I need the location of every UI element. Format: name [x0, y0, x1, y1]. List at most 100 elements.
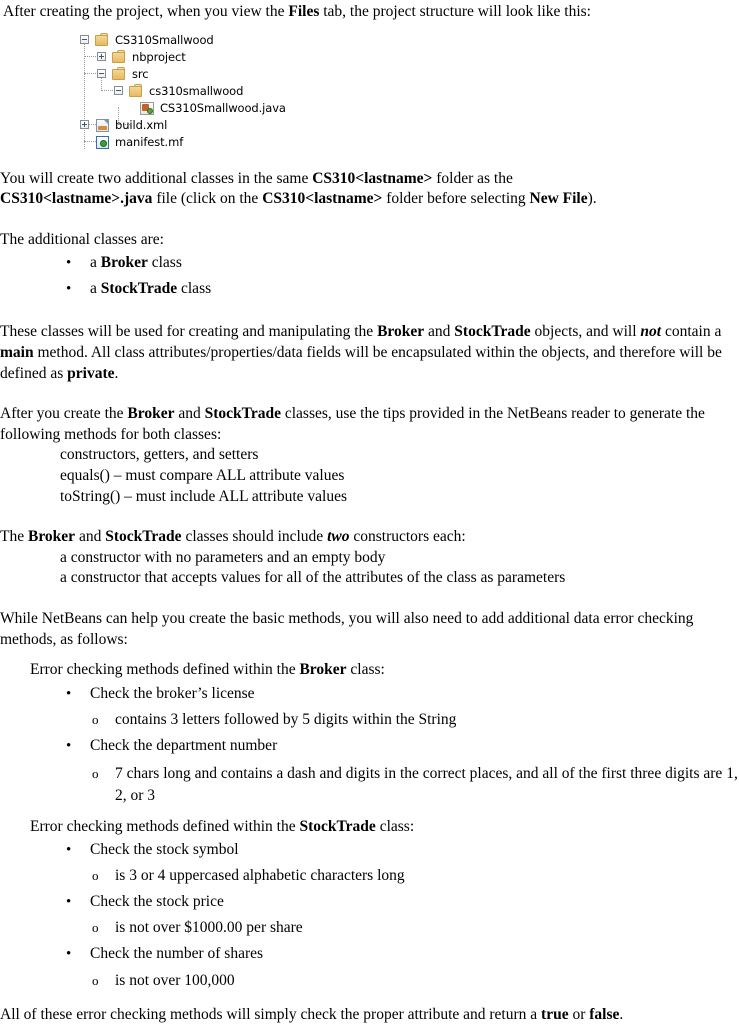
sub-list-item: o 7 chars long and contains a dash and di…	[0, 759, 739, 807]
tree-node-cs310smallwood[interactable]: CS310Smallwood	[79, 31, 214, 48]
list-item: • Check the stock symbol	[0, 837, 739, 863]
private-keyword-bold: private	[67, 364, 115, 382]
expand-toggle-icon[interactable]	[97, 51, 106, 61]
text-run: class	[177, 280, 212, 298]
text-run: folder before selecting	[382, 190, 530, 208]
tree-node-cs310smallwood-package[interactable]: cs310smallwood	[79, 82, 243, 99]
broker-check-list-2: • Check the department number	[0, 733, 739, 759]
tree-node-label: CS310Smallwood.java	[160, 100, 286, 115]
text-run: The	[0, 528, 28, 546]
check-label: Check the number of shares	[90, 945, 264, 963]
text-run: and	[75, 528, 106, 546]
method-item-constructors: constructors, getters, and setters	[60, 446, 259, 464]
constructor-item-params: a constructor that accepts values for al…	[60, 569, 566, 587]
stocktrade-check-list-1: • Check the stock price	[0, 889, 739, 915]
class-name-bold: Broker	[127, 405, 175, 423]
files-tab-label: Files	[288, 3, 320, 20]
check-detail: is 3 or 4 uppercased alphabetic characte…	[115, 867, 405, 885]
text-run: Error checking methods defined within th…	[30, 661, 300, 679]
check-label: Check the broker’s license	[90, 684, 255, 702]
folder-name-bold: CS310<lastname>	[312, 169, 433, 187]
folder-icon	[129, 83, 144, 98]
tree-node-cs310smallwood-java[interactable]: CS310Smallwood.java	[79, 99, 286, 116]
text-run: class	[147, 254, 182, 272]
tree-node-build-xml[interactable]: build.xml	[79, 116, 167, 133]
tree-node-src[interactable]: src	[79, 65, 149, 82]
list-item: • a Broker class	[0, 250, 739, 276]
text-run: objects, and will	[530, 323, 641, 341]
bullet-icon: •	[66, 255, 72, 272]
list-item: • Check the broker’s license	[0, 681, 739, 707]
bullet-icon: •	[66, 894, 72, 911]
collapse-toggle-icon[interactable]	[97, 68, 106, 78]
sub-list-item: o is not over 100,000	[0, 967, 739, 995]
class-name-bold: StockTrade	[454, 323, 531, 341]
stocktrade-check-list-2: • Check the number of shares	[0, 941, 739, 967]
text-run: Error checking methods defined within th…	[30, 817, 300, 835]
tree-node-manifest-mf[interactable]: manifest.mf	[79, 133, 183, 150]
not-emphasis: not	[640, 323, 662, 341]
circle-bullet-icon: o	[92, 973, 99, 989]
bullet-icon: •	[66, 281, 72, 298]
additional-classes-label: The additional classes are:	[0, 230, 164, 248]
collapse-toggle-icon[interactable]	[114, 85, 123, 95]
broker-check-sublist-1: o 7 chars long and contains a dash and di…	[0, 759, 739, 807]
tree-node-nbproject[interactable]: nbproject	[79, 48, 186, 65]
text-run: .	[619, 1006, 624, 1024]
stocktrade-check-sublist-1: o is not over $1000.00 per share	[0, 915, 739, 941]
intro-paragraph: After creating the project, when you vie…	[0, 0, 739, 23]
generate-methods-paragraph: After you create the Broker and StockTra…	[0, 404, 739, 445]
constructor-item-empty: a constructor with no parameters and an …	[60, 548, 386, 566]
bullet-icon: •	[66, 737, 72, 754]
folder-icon	[95, 32, 110, 47]
class-name-bold: Broker	[299, 661, 347, 679]
circle-bullet-icon: o	[92, 868, 99, 884]
class-name-bold: Broker	[27, 528, 76, 546]
class-name-bold: Broker	[100, 254, 148, 272]
false-keyword-bold: false	[589, 1006, 620, 1024]
text-run: contain a	[661, 323, 722, 341]
method-item-equals: equals() – must compare ALL attribute va…	[60, 466, 345, 484]
circle-bullet-icon: o	[92, 711, 99, 727]
folder-icon	[112, 66, 127, 81]
new-file-menu-bold: New File	[529, 190, 588, 208]
check-detail: is not over $1000.00 per share	[115, 919, 303, 937]
tree-node-label: cs310smallwood	[149, 83, 244, 98]
class-bullet-list: • a Broker class • a StockTrade class	[0, 250, 739, 302]
folder-icon	[112, 49, 127, 64]
netbeans-file-tree: CS310Smallwood nbproject src cs310smallw…	[79, 27, 739, 149]
list-item: • Check the number of shares	[0, 941, 739, 967]
tree-node-label: CS310Smallwood	[115, 32, 214, 47]
expand-toggle-icon[interactable]	[80, 119, 89, 129]
check-label: Check the stock symbol	[90, 841, 239, 859]
sub-list-item: o contains 3 letters followed by 5 digits…	[0, 707, 739, 733]
text-run: After you create the	[0, 405, 128, 423]
list-item: • Check the stock price	[0, 889, 739, 915]
list-item: • Check the department number	[0, 733, 739, 759]
stocktrade-check-sublist-0: o is 3 or 4 uppercased alphabetic charact…	[0, 863, 739, 889]
text-run: You will create two additional classes i…	[0, 169, 313, 187]
collapse-toggle-icon[interactable]	[80, 34, 89, 44]
text-run: class:	[346, 661, 385, 679]
circle-bullet-icon: o	[92, 920, 99, 936]
main-keyword-bold: main	[0, 343, 34, 361]
java-file-name-bold: CS310<lastname>.java	[0, 190, 153, 208]
text-run: classes should include	[181, 528, 328, 546]
intro-text-after: tab, the project structure will look lik…	[319, 3, 591, 20]
list-item: • a StockTrade class	[0, 276, 739, 302]
text-run: These classes will be used for creating …	[0, 323, 378, 341]
sub-list-item: o is 3 or 4 uppercased alphabetic charact…	[0, 863, 739, 889]
class-name-bold: StockTrade	[299, 817, 376, 835]
bullet-icon: •	[66, 842, 72, 859]
class-name-bold: StockTrade	[105, 528, 182, 546]
broker-check-sublist-0: o contains 3 letters followed by 5 digits…	[0, 707, 739, 733]
text-run: or	[568, 1006, 590, 1024]
check-detail: is not over 100,000	[115, 972, 235, 990]
tree-node-label: build.xml	[115, 117, 168, 132]
check-detail: 7 chars long and contains a dash and dig…	[115, 764, 738, 804]
